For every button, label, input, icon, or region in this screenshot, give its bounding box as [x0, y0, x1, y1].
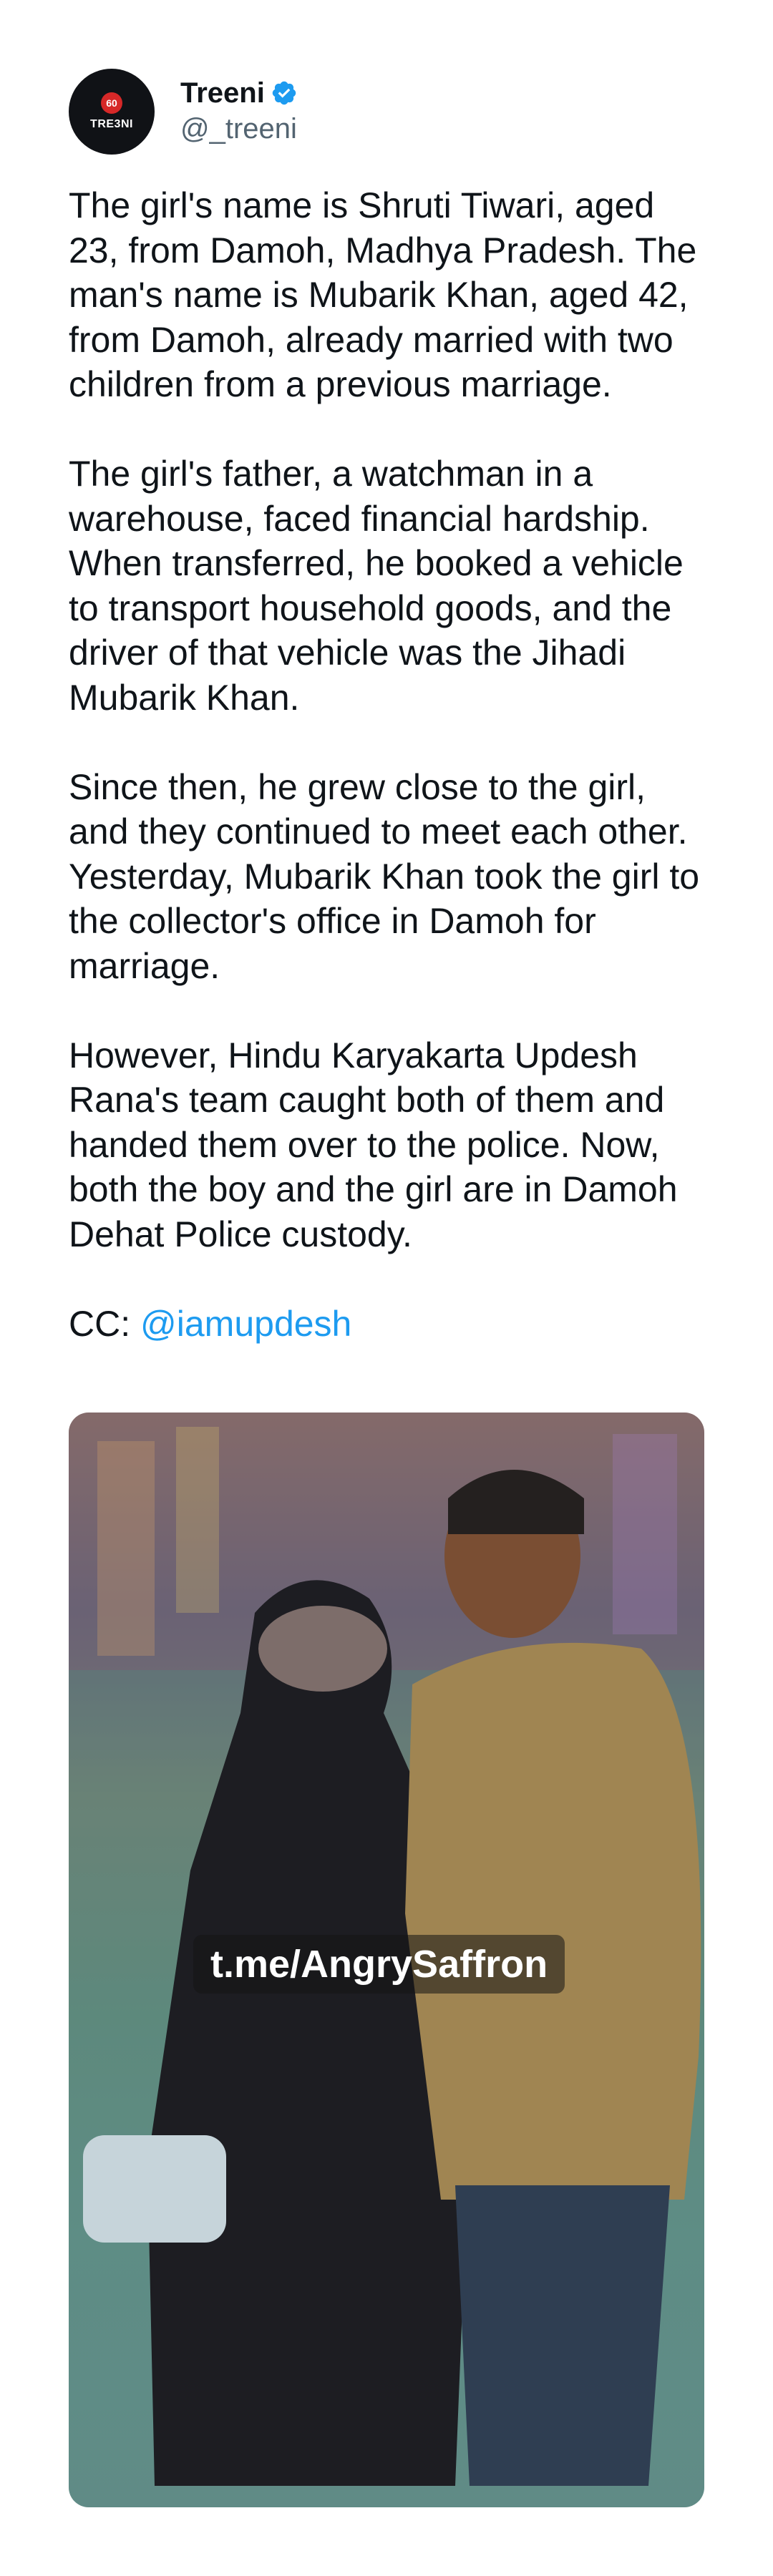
- avatar-logo-text: TRE3NI: [90, 118, 133, 130]
- display-name[interactable]: Treeni: [180, 76, 265, 110]
- watermark: t.me/AngrySaffron: [193, 1935, 565, 1994]
- avatar[interactable]: 60 TRE3NI: [69, 69, 155, 155]
- author-names: Treeni @_treeni: [180, 76, 298, 147]
- verified-badge-icon: [272, 81, 296, 105]
- tweet-header: 60 TRE3NI Treeni @_treeni: [69, 69, 298, 155]
- handle[interactable]: @_treeni: [180, 110, 298, 147]
- tweet-media[interactable]: t.me/AngrySaffron: [69, 1413, 704, 2507]
- tweet-paragraph: However, Hindu Karyakarta Updesh Rana's …: [69, 1035, 678, 1254]
- cc-label: CC:: [69, 1303, 140, 1344]
- display-name-row: Treeni: [180, 76, 298, 110]
- tweet-paragraph: Since then, he grew close to the girl, a…: [69, 766, 700, 986]
- cc-line: CC: @iamupdesh: [69, 1302, 713, 1347]
- avatar-badge: 60: [101, 92, 122, 114]
- tweet-text: The girl's name is Shruti Tiwari, aged 2…: [69, 183, 713, 1391]
- tweet-paragraph: The girl's name is Shruti Tiwari, aged 2…: [69, 185, 697, 404]
- tweet-paragraph: The girl's father, a watchman in a wareh…: [69, 454, 684, 718]
- mention-link[interactable]: @iamupdesh: [140, 1304, 351, 1344]
